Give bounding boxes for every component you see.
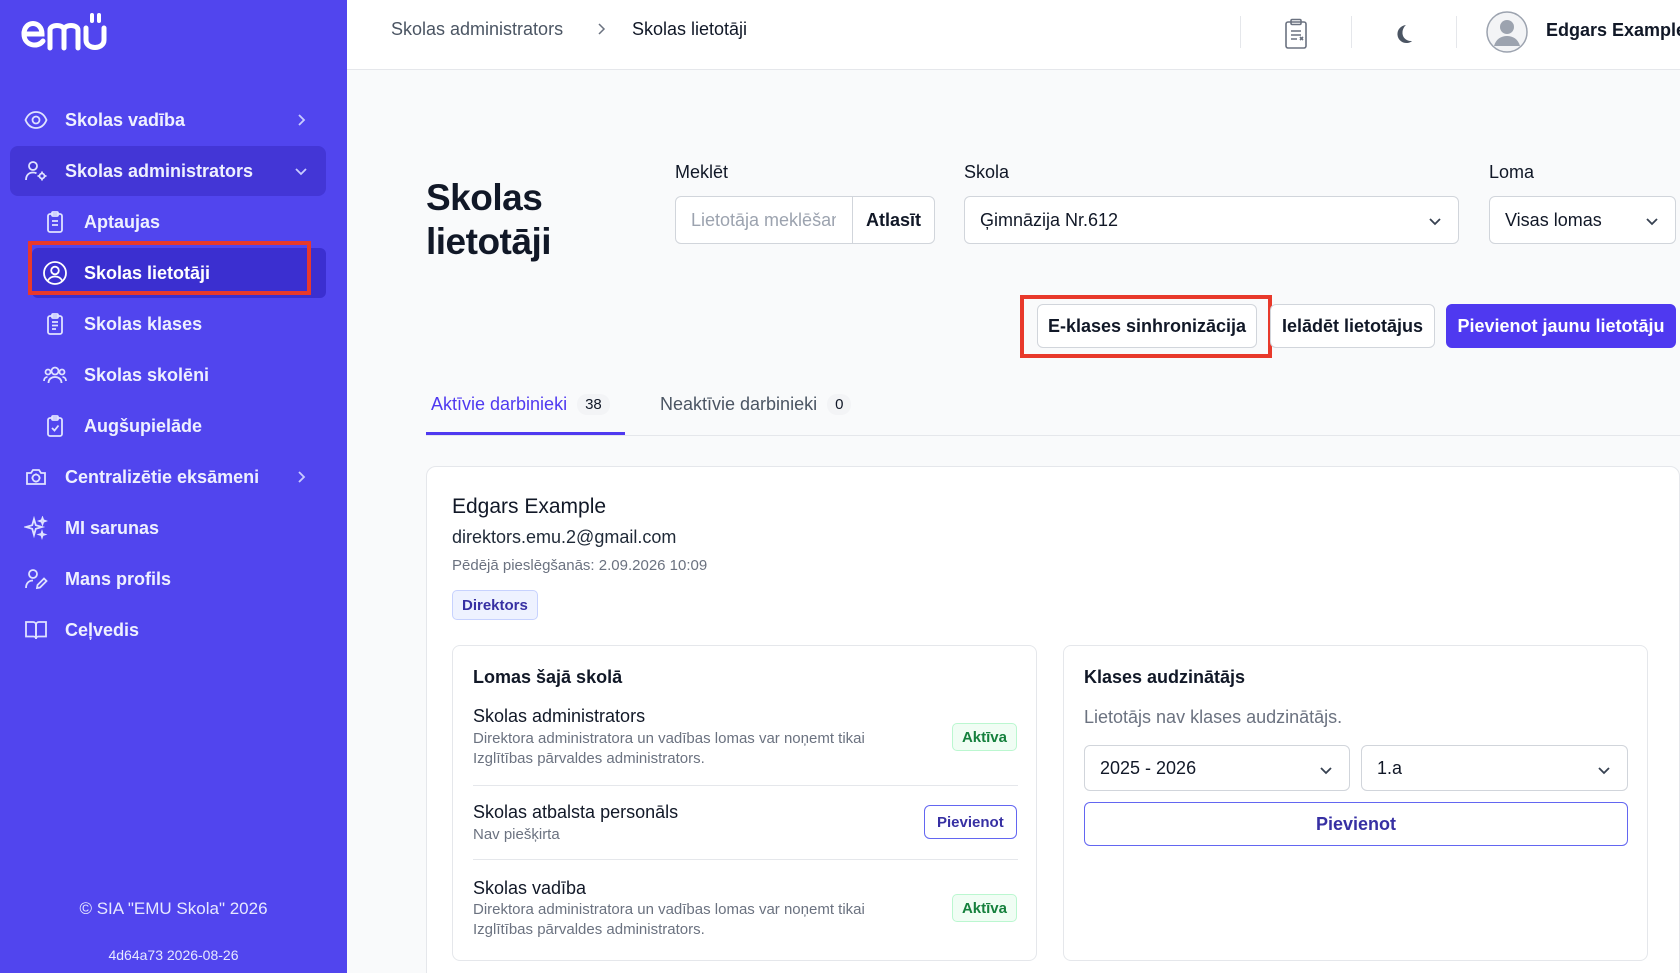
users-gear-icon bbox=[23, 158, 49, 184]
chevron-down-icon bbox=[1646, 218, 1658, 226]
sidebar-item-school-management[interactable]: Skolas vadība bbox=[10, 95, 326, 145]
eye-icon bbox=[23, 107, 49, 133]
sidebar-item-label: Augšupielāde bbox=[84, 415, 203, 436]
chevron-right-icon bbox=[298, 471, 306, 483]
sidebar-item-school-students[interactable]: Skolas skolēni bbox=[32, 350, 326, 400]
tab-label: Neaktīvie darbinieki bbox=[660, 394, 818, 414]
sidebar-item-label: Ceļvedis bbox=[65, 619, 140, 640]
sidebar-item-label: MI sarunas bbox=[65, 517, 160, 538]
clipboard-icon bbox=[42, 209, 68, 235]
chevron-right-icon bbox=[598, 23, 606, 35]
school-label: Skola bbox=[964, 162, 1010, 182]
row-divider bbox=[473, 859, 1018, 860]
divider bbox=[1456, 16, 1457, 48]
book-icon bbox=[23, 617, 49, 643]
school-select-value: Ģimnāzija Nr.612 bbox=[980, 209, 1119, 230]
filter-button[interactable]: Atlasīt bbox=[852, 196, 935, 244]
chevron-down-icon bbox=[295, 168, 307, 176]
chevron-right-icon bbox=[298, 114, 306, 126]
year-select-value: 2025 - 2026 bbox=[1100, 757, 1197, 778]
sidebar-item-label: Skolas vadība bbox=[65, 109, 186, 130]
user-card-email: direktors.emu.2@gmail.com bbox=[452, 527, 677, 547]
status-badge: Aktīva bbox=[951, 723, 1017, 751]
role-name: Skolas administrators bbox=[473, 706, 646, 726]
role-description: Nav piešķirta bbox=[473, 826, 560, 843]
user-card-name: Edgars Example bbox=[452, 495, 607, 518]
search-input[interactable] bbox=[676, 209, 836, 231]
add-class-teacher-button[interactable]: Pievienot bbox=[1084, 802, 1628, 846]
breadcrumb-current: Skolas lietotāji bbox=[632, 19, 748, 39]
sidebar-item-label: Skolas lietotāji bbox=[84, 262, 211, 283]
sidebar-item-label: Aptaujas bbox=[84, 211, 161, 232]
roles-panel-title: Lomas šajā skolā bbox=[473, 667, 623, 687]
emu-logo[interactable] bbox=[20, 12, 116, 54]
version-text: 4d64a73 2026-08-26 bbox=[108, 947, 239, 963]
chevron-down-icon bbox=[1598, 767, 1610, 775]
class-teacher-hint: Lietotājs nav klases audzinātājs. bbox=[1084, 707, 1343, 727]
moon-icon[interactable] bbox=[1383, 14, 1423, 54]
status-badge: Aktīva bbox=[951, 894, 1017, 922]
breadcrumb-parent[interactable]: Skolas administrators bbox=[391, 19, 563, 40]
eklase-sync-button[interactable]: E-klases sinhronizācija bbox=[1037, 304, 1257, 348]
sidebar-item-guide[interactable]: Ceļvedis bbox=[10, 605, 326, 655]
tab-inactive-employees[interactable]: Neaktīvie darbinieki 0 bbox=[660, 394, 852, 415]
class-select[interactable]: 1.a bbox=[1361, 745, 1628, 791]
role-badge: Direktors bbox=[452, 590, 538, 620]
user-card-last-login: Pēdējā pieslēgšanās: 2.09.2026 10:09 bbox=[452, 557, 708, 574]
chevron-down-icon bbox=[1429, 218, 1441, 226]
role-select-value: Visas lomas bbox=[1505, 209, 1602, 230]
role-name: Skolas vadība bbox=[473, 878, 587, 898]
sidebar-item-label: Centralizētie eksāmeni bbox=[65, 466, 260, 487]
tab-count: 38 bbox=[577, 394, 610, 415]
role-label: Loma bbox=[1489, 162, 1535, 182]
tab-underline bbox=[426, 432, 625, 435]
copyright-text: © SIA "EMU Skola" 2026 bbox=[79, 899, 268, 918]
role-description: Direktora administratora un vadības loma… bbox=[473, 730, 865, 767]
role-select[interactable]: Visas lomas bbox=[1489, 196, 1676, 244]
school-select[interactable]: Ģimnāzija Nr.612 bbox=[964, 196, 1459, 244]
clipboard-document-icon[interactable] bbox=[1276, 14, 1316, 54]
divider bbox=[1240, 16, 1241, 48]
divider bbox=[1351, 16, 1352, 48]
add-user-button[interactable]: Pievienot jaunu lietotāju bbox=[1446, 304, 1676, 348]
sidebar-item-school-users[interactable]: Skolas lietotāji bbox=[32, 248, 326, 298]
sidebar-item-label: Skolas skolēni bbox=[84, 364, 210, 385]
tabs-divider bbox=[426, 435, 1680, 436]
tab-active-employees[interactable]: Aktīvie darbinieki 38 bbox=[431, 394, 610, 415]
sparkles-icon bbox=[23, 515, 49, 541]
class-teacher-title: Klases audzinātājs bbox=[1084, 667, 1246, 687]
avatar[interactable] bbox=[1486, 11, 1528, 53]
user-circle-icon bbox=[42, 260, 68, 286]
sidebar-item-upload[interactable]: Augšupielāde bbox=[32, 401, 326, 451]
clipboard-check-icon bbox=[42, 413, 68, 439]
search-field bbox=[675, 196, 855, 244]
sidebar-item-central-exams[interactable]: Centralizētie eksāmeni bbox=[10, 452, 326, 502]
tab-count: 0 bbox=[827, 394, 852, 415]
sidebar-item-school-classes[interactable]: Skolas klases bbox=[32, 299, 326, 349]
clipboard-list-icon bbox=[42, 311, 68, 337]
sidebar: Skolas vadība Skolas administrators Apta… bbox=[0, 0, 347, 973]
role-description: Direktora administratora un vadības loma… bbox=[473, 901, 865, 938]
chevron-down-icon bbox=[1320, 767, 1332, 775]
sidebar-item-label: Skolas administrators bbox=[65, 160, 254, 181]
class-select-value: 1.a bbox=[1377, 757, 1403, 778]
search-label: Meklēt bbox=[675, 162, 729, 182]
camera-gear-icon bbox=[23, 464, 49, 490]
user-edit-icon bbox=[23, 566, 49, 592]
user-name[interactable]: Edgars Example bbox=[1546, 20, 1680, 41]
users-icon bbox=[42, 362, 68, 388]
sidebar-item-surveys[interactable]: Aptaujas bbox=[32, 197, 326, 247]
sidebar-item-label: Skolas klases bbox=[84, 313, 203, 334]
load-users-button[interactable]: Ielādēt lietotājus bbox=[1270, 304, 1435, 348]
sidebar-item-label: Mans profils bbox=[65, 568, 172, 589]
tab-label: Aktīvie darbinieki bbox=[431, 394, 568, 414]
role-name: Skolas atbalsta personāls bbox=[473, 802, 679, 822]
sidebar-item-my-profile[interactable]: Mans profils bbox=[10, 554, 326, 604]
row-divider bbox=[473, 785, 1018, 786]
add-role-button[interactable]: Pievienot bbox=[924, 805, 1017, 839]
year-select[interactable]: 2025 - 2026 bbox=[1084, 745, 1350, 791]
page-title: Skolas lietotāji bbox=[426, 177, 552, 262]
sidebar-item-ai-chats[interactable]: MI sarunas bbox=[10, 503, 326, 553]
sidebar-item-school-admin[interactable]: Skolas administrators bbox=[10, 146, 326, 196]
